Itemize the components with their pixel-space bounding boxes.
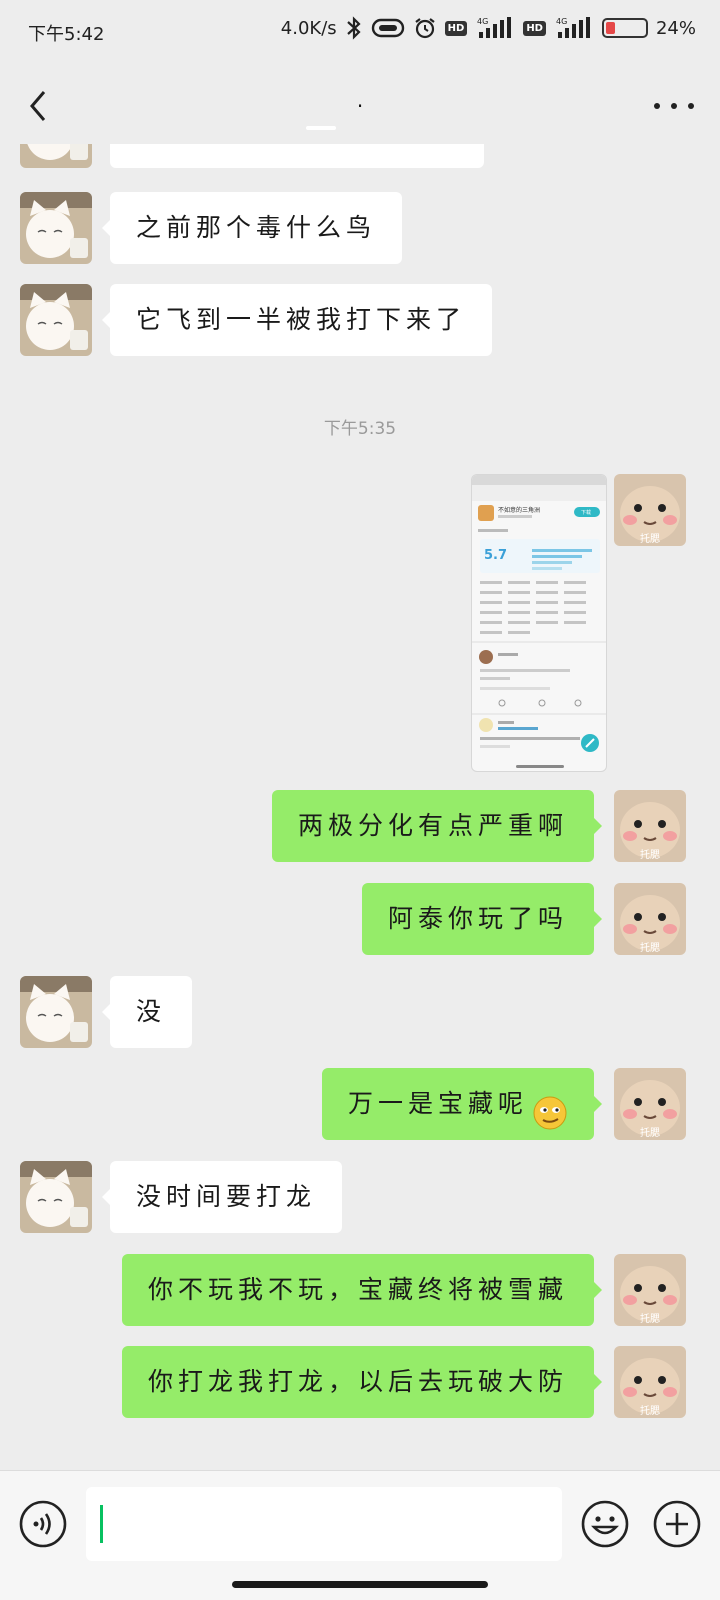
message-text: 万一是宝藏呢	[347, 1089, 528, 1118]
self-avatar[interactable]: 托腮	[614, 474, 686, 546]
message-bubble[interactable]: 阿泰你玩了吗	[361, 883, 603, 955]
text-caret	[100, 1505, 103, 1543]
signal-icon-1: 4G	[475, 16, 515, 40]
hd-badge-1: HD	[444, 20, 468, 36]
shared-button-label: 下载	[581, 509, 591, 516]
signal-icon-2: 4G	[554, 16, 594, 40]
message-timestamp: 下午5:35	[323, 419, 397, 439]
signal-label-1: 4G	[477, 17, 488, 26]
message-bubble[interactable]: 之前那个毒什么鸟	[101, 192, 403, 264]
smiley-icon	[581, 1500, 629, 1548]
status-indicators: 4.0K/s HD 4G HD 4G 24%	[281, 16, 696, 40]
battery-fill	[605, 22, 615, 34]
plus-icon	[653, 1500, 701, 1548]
voice-button[interactable]	[18, 1499, 68, 1549]
message-bubble[interactable]: 你不玩我不玩，宝藏终将被雪藏	[121, 1254, 603, 1326]
message-bubble[interactable]: 它飞到一半被我打下来了	[101, 284, 493, 356]
hd-badge-2: HD	[523, 20, 546, 36]
message-bubble[interactable]: 两极分化有点严重啊	[271, 790, 603, 862]
alarm-icon	[413, 16, 437, 40]
more-dot-icon	[654, 103, 660, 109]
self-avatar-label: 托腮	[640, 848, 660, 861]
chat-title: .	[356, 88, 364, 112]
status-bar: 下午5:42 4.0K/s HD 4G HD 4G 24%	[0, 0, 720, 64]
message-bubble[interactable]: 没时间要打龙	[101, 1161, 343, 1233]
message-list[interactable]: 之前那个毒什么鸟 它飞到一半被我打下来了 下午5:35 不如意的三角洲 下载 5…	[0, 144, 720, 1470]
self-avatar[interactable]: 托腮	[614, 1068, 686, 1140]
title-underline	[306, 126, 336, 130]
signal-label-2: 4G	[556, 17, 567, 26]
voice-icon	[19, 1500, 67, 1548]
contact-avatar[interactable]	[20, 976, 92, 1048]
status-time: 下午5:42	[28, 24, 105, 45]
bluetooth-icon	[345, 16, 363, 40]
self-avatar[interactable]: 托腮	[614, 790, 686, 862]
emoji-button[interactable]	[580, 1499, 630, 1549]
self-avatar-label: 托腮	[640, 1126, 660, 1139]
self-avatar[interactable]: 托腮	[614, 1254, 686, 1326]
self-avatar[interactable]: 托腮	[614, 1346, 686, 1418]
contact-avatar[interactable]	[20, 284, 92, 356]
smirk-emoji-icon	[532, 1087, 568, 1130]
link-icon	[371, 17, 405, 39]
battery-icon	[601, 18, 648, 38]
chat-header: .	[0, 70, 720, 144]
message-bubble[interactable]: 你打龙我打龙，以后去玩破大防	[121, 1346, 603, 1418]
self-avatar-label: 托腮	[640, 941, 660, 954]
more-dot-icon	[671, 103, 677, 109]
message-bubble[interactable]: 没	[101, 976, 193, 1048]
self-avatar-label: 托腮	[640, 1312, 660, 1325]
shared-app-name: 不如意的三角洲	[498, 506, 540, 514]
shared-rating: 5.7	[484, 548, 507, 563]
message-input[interactable]	[86, 1487, 562, 1561]
message-bubble-partial[interactable]	[110, 144, 484, 168]
contact-avatar[interactable]	[20, 144, 92, 168]
self-avatar-label: 托腮	[640, 532, 660, 545]
home-indicator[interactable]	[232, 1581, 488, 1588]
self-avatar-label: 托腮	[640, 1404, 660, 1417]
self-avatar[interactable]: 托腮	[614, 883, 686, 955]
more-dot-icon	[688, 103, 694, 109]
image-message[interactable]: 不如意的三角洲 下载 5.7	[471, 474, 607, 772]
battery-percent: 24%	[655, 17, 696, 39]
more-functions-button[interactable]	[652, 1499, 702, 1549]
more-options-button[interactable]	[654, 98, 694, 114]
network-speed: 4.0K/s	[280, 17, 337, 39]
contact-avatar[interactable]	[20, 1161, 92, 1233]
message-bubble[interactable]: 万一是宝藏呢	[321, 1068, 603, 1140]
contact-avatar[interactable]	[20, 192, 92, 264]
